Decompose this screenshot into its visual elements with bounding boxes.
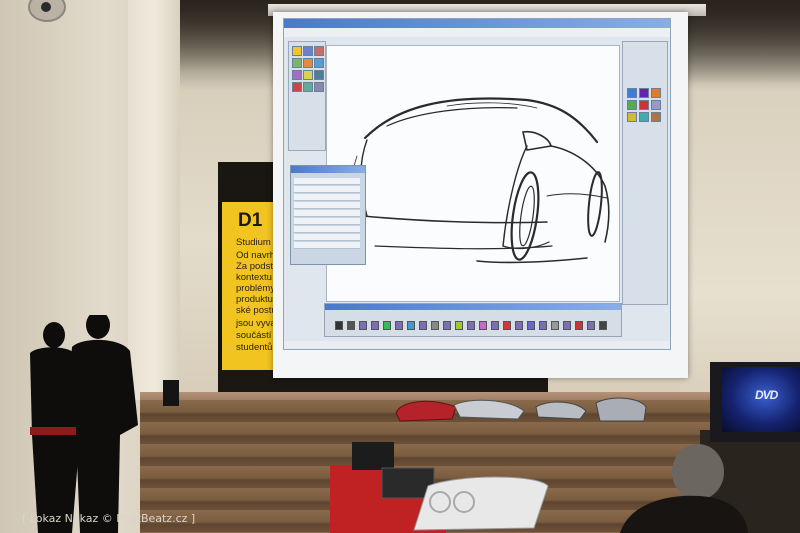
- tool-icon: [627, 88, 637, 98]
- layer-row: [294, 194, 360, 201]
- brush-icon: [455, 321, 463, 330]
- layer-row: [294, 186, 360, 193]
- banner-line: součástí: [236, 330, 272, 341]
- tool-icon: [314, 82, 324, 92]
- tool-icon: [303, 70, 313, 80]
- banner-line: Za podsta: [236, 261, 279, 272]
- brush-icon: [371, 321, 379, 330]
- layers-panel-title: [291, 166, 365, 173]
- brush-icon: [479, 321, 487, 330]
- tool-icon: [292, 70, 302, 80]
- layer-row: [294, 234, 360, 241]
- audience-people-silhouettes: [30, 315, 138, 533]
- drawing-canvas: [326, 45, 620, 302]
- brush-icon: [395, 321, 403, 330]
- app-statusbar: [284, 341, 670, 349]
- tool-icon: [639, 112, 649, 122]
- banner-line: problémy: [236, 283, 276, 294]
- tool-icon: [639, 100, 649, 110]
- layer-row: [294, 210, 360, 217]
- brush-icon: [407, 321, 415, 330]
- brush-icon: [503, 321, 511, 330]
- tool-icon: [651, 88, 661, 98]
- layer-row: [294, 242, 360, 249]
- tool-icon: [314, 46, 324, 56]
- layer-row: [294, 202, 360, 209]
- tool-icon: [303, 82, 313, 92]
- brush-icon: [599, 321, 607, 330]
- brush-icon: [335, 321, 343, 330]
- brush-palette-title: [325, 304, 621, 310]
- tool-palette-left: [288, 41, 326, 151]
- brush-icon: [575, 321, 583, 330]
- brush-icon: [515, 321, 523, 330]
- car-sketch: [351, 97, 610, 264]
- brush-icon: [359, 321, 367, 330]
- headlamp-exhibits: [395, 397, 647, 422]
- brush-icon: [383, 321, 391, 330]
- displayed-lamp-parts: [352, 442, 549, 531]
- brush-palette: [324, 303, 622, 337]
- tool-icon: [303, 58, 313, 68]
- projected-painting-app: [283, 18, 671, 350]
- app-menubar: [284, 28, 670, 37]
- tool-icon: [314, 70, 324, 80]
- banner-line: produktu,: [236, 294, 276, 305]
- brush-icon: [467, 321, 475, 330]
- brush-icon: [587, 321, 595, 330]
- brush-icon: [491, 321, 499, 330]
- layer-row: [294, 218, 360, 225]
- banner-line: studentů: [236, 342, 273, 353]
- brush-icon: [527, 321, 535, 330]
- tool-icon: [292, 58, 302, 68]
- banner-line: Studium: [236, 237, 271, 248]
- tool-icon: [303, 46, 313, 56]
- brush-icon: [347, 321, 355, 330]
- floor-speaker: [163, 380, 179, 406]
- banner-line: ské postu: [236, 305, 277, 316]
- layer-row: [294, 226, 360, 233]
- brush-icon: [431, 321, 439, 330]
- brush-icon: [539, 321, 547, 330]
- audience-head-silhouette: [620, 444, 748, 533]
- photo-credit: [ Lokaz Nokaz © PhatBeatz.cz ]: [22, 512, 196, 525]
- tool-icon: [639, 88, 649, 98]
- banner-line: jsou vyva: [236, 318, 276, 329]
- tool-icon: [292, 46, 302, 56]
- banner-line: kontextu: [236, 272, 272, 283]
- brush-icon: [443, 321, 451, 330]
- layer-row: [294, 178, 360, 185]
- layers-panel: [290, 165, 366, 265]
- tool-icon: [651, 112, 661, 122]
- tool-icon: [651, 100, 661, 110]
- brush-icon: [551, 321, 559, 330]
- tool-palette-right: [622, 41, 668, 305]
- banner-dark-top: [218, 162, 280, 202]
- brush-icon: [419, 321, 427, 330]
- tv-dvd-logo: DVD: [755, 388, 778, 402]
- tool-icon: [627, 112, 637, 122]
- presentation-hall-photo: D1 Studium Od navrhe Za podsta kontextu …: [0, 0, 800, 533]
- banner-title: D1: [238, 210, 263, 231]
- app-titlebar: [284, 19, 670, 28]
- tool-icon: [627, 100, 637, 110]
- brush-icon: [563, 321, 571, 330]
- tool-icon: [314, 58, 324, 68]
- tool-icon: [292, 82, 302, 92]
